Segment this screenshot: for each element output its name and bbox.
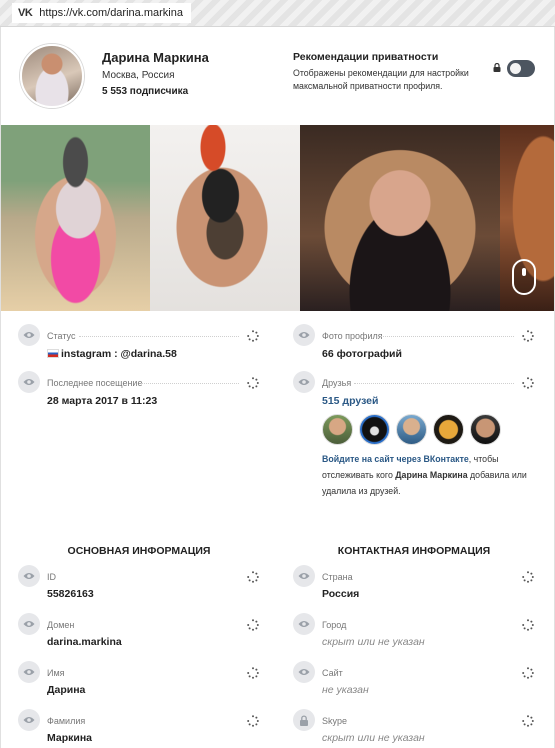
skype-value: скрыт или не указан [322, 732, 425, 744]
loading-spinner-icon [522, 377, 534, 389]
vk-login-link[interactable]: Войдите на сайт через ВКонтакте [322, 454, 469, 464]
profile-name[interactable]: Дарина Маркина [102, 50, 209, 65]
photo-2[interactable] [150, 125, 300, 311]
divider [141, 383, 239, 384]
status-label: Статус [47, 331, 76, 341]
first-name-value: Дарина [47, 684, 86, 696]
eye-icon[interactable] [18, 565, 40, 587]
id-label: ID [47, 572, 56, 582]
loading-spinner-icon [522, 330, 534, 342]
profile-city: Москва, Россия [102, 70, 175, 81]
lock-icon [493, 63, 501, 72]
profile-photos-label: Фото профиля [322, 331, 383, 341]
country-value: Россия [322, 588, 360, 600]
loading-spinner-icon [522, 667, 534, 679]
url-text[interactable]: https://vk.com/darina.markina [39, 7, 183, 19]
eye-icon[interactable] [18, 613, 40, 635]
eye-icon[interactable] [293, 324, 315, 346]
first-name-label: Имя [47, 668, 65, 678]
domain-label: Домен [47, 620, 75, 630]
last-seen-value: 28 марта 2017 в 11:23 [47, 395, 158, 407]
loading-spinner-icon [247, 571, 259, 583]
friend-avatar[interactable] [359, 414, 390, 445]
toggle-knob [510, 63, 521, 74]
friends-count-link[interactable]: 515 друзей [322, 395, 378, 407]
city-value: скрыт или не указан [322, 636, 425, 648]
scroll-indicator[interactable] [512, 259, 536, 295]
vk-logo-icon: VK [18, 7, 33, 19]
loading-spinner-icon [247, 330, 259, 342]
photo-3[interactable] [300, 125, 500, 311]
eye-icon[interactable] [18, 371, 40, 393]
page-frame: Дарина Маркина Москва, Россия 5 553 подп… [0, 27, 555, 748]
privacy-toggle[interactable] [507, 60, 535, 77]
avatar[interactable] [20, 44, 84, 108]
divider [381, 336, 514, 337]
eye-icon[interactable] [18, 709, 40, 731]
loading-spinner-icon [522, 715, 534, 727]
loading-spinner-icon [247, 715, 259, 727]
friends-label: Друзья [322, 378, 352, 388]
domain-value: darina.markina [47, 636, 122, 648]
address-bar: VK https://vk.com/darina.markina [0, 0, 555, 27]
status-value: instagram : @darina.58 [47, 348, 177, 360]
privacy-title: Рекомендации приватности [293, 51, 439, 63]
friend-avatar[interactable] [433, 414, 464, 445]
city-label: Город [322, 620, 347, 630]
login-note: Войдите на сайт через ВКонтакте, чтобы о… [322, 451, 542, 499]
russia-flag-icon [47, 349, 59, 358]
status-text: instagram : @darina.58 [61, 348, 177, 360]
photo-strip [1, 125, 554, 311]
country-label: Страна [322, 572, 353, 582]
url-box[interactable]: VK https://vk.com/darina.markina [12, 3, 191, 23]
friend-avatar[interactable] [470, 414, 501, 445]
profile-photos-value: 66 фотографий [322, 348, 402, 360]
eye-icon[interactable] [293, 661, 315, 683]
lock-icon[interactable] [293, 709, 315, 731]
eye-icon[interactable] [293, 613, 315, 635]
last-name-value: Маркина [47, 732, 93, 744]
privacy-description: Отображены рекомендации для настройки ма… [293, 68, 469, 91]
loading-spinner-icon [247, 619, 259, 631]
last-name-label: Фамилия [47, 716, 86, 726]
eye-icon[interactable] [18, 324, 40, 346]
eye-icon[interactable] [293, 565, 315, 587]
profile-subscribers[interactable]: 5 553 подписчика [102, 86, 188, 97]
basic-info-heading: ОСНОВНАЯ ИНФОРМАЦИЯ [67, 545, 211, 557]
friend-avatar[interactable] [396, 414, 427, 445]
eye-icon[interactable] [293, 371, 315, 393]
site-value: не указан [322, 684, 369, 696]
loading-spinner-icon [522, 571, 534, 583]
site-label: Сайт [322, 668, 343, 678]
friend-avatar[interactable] [322, 414, 353, 445]
photo-1[interactable] [1, 125, 150, 311]
last-seen-label: Последнее посещение [47, 378, 143, 388]
divider [354, 383, 514, 384]
divider [79, 336, 239, 337]
login-note-name: Дарина Маркина [395, 470, 468, 480]
loading-spinner-icon [247, 667, 259, 679]
contact-info-heading: КОНТАКТНАЯ ИНФОРМАЦИЯ [337, 545, 491, 557]
scroll-dot [522, 268, 526, 276]
eye-icon[interactable] [18, 661, 40, 683]
loading-spinner-icon [522, 619, 534, 631]
loading-spinner-icon [247, 377, 259, 389]
skype-label: Skype [322, 716, 348, 726]
id-value: 55826163 [47, 588, 94, 600]
